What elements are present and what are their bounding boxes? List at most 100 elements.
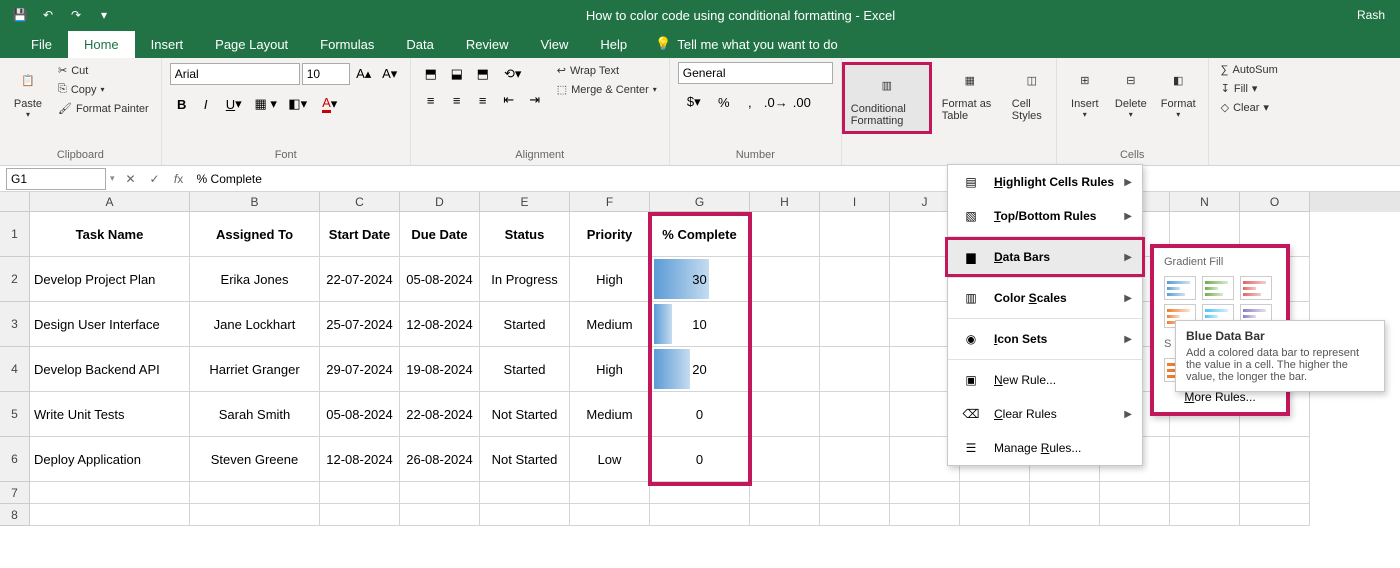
cell-B3[interactable]: Jane Lockhart — [190, 302, 320, 347]
cell-F2[interactable]: High — [570, 257, 650, 302]
cell-B1[interactable]: Assigned To — [190, 212, 320, 257]
cancel-formula-button[interactable]: ✕ — [119, 168, 143, 190]
cell-K7[interactable] — [960, 482, 1030, 504]
insert-cells-button[interactable]: ⊞Insert▾ — [1065, 62, 1105, 121]
tab-view[interactable]: View — [524, 31, 584, 58]
cell-G2[interactable]: 30 — [650, 257, 750, 302]
cell-B2[interactable]: Erika Jones — [190, 257, 320, 302]
column-header-G[interactable]: G — [650, 192, 750, 212]
cell-E7[interactable] — [480, 482, 570, 504]
cell-N8[interactable] — [1170, 504, 1240, 526]
menu-highlight-cells-rules[interactable]: ▤ Highlight Cells Rules▶ — [948, 165, 1142, 199]
cell-B4[interactable]: Harriet Granger — [190, 347, 320, 392]
menu-data-bars[interactable]: ▆ Data Bars▶ — [945, 237, 1145, 277]
fill-color-button[interactable]: ◧▾ — [282, 92, 314, 116]
row-header-1[interactable]: 1 — [0, 212, 30, 257]
cell-G5[interactable]: 0 — [650, 392, 750, 437]
cell-I8[interactable] — [820, 504, 890, 526]
cell-A7[interactable] — [30, 482, 190, 504]
format-painter-button[interactable]: 🖌Format Painter — [54, 100, 153, 117]
cell-I1[interactable] — [820, 212, 890, 257]
cell-I2[interactable] — [820, 257, 890, 302]
menu-new-rule[interactable]: ▣ New Rule... — [948, 363, 1142, 397]
cell-E1[interactable]: Status — [480, 212, 570, 257]
cell-D8[interactable] — [400, 504, 480, 526]
grow-font-button[interactable]: A▴ — [352, 62, 376, 86]
autosum-button[interactable]: ∑AutoSum — [1217, 62, 1282, 78]
cell-F5[interactable]: Medium — [570, 392, 650, 437]
cell-I4[interactable] — [820, 347, 890, 392]
cell-A2[interactable]: Develop Project Plan — [30, 257, 190, 302]
cell-E3[interactable]: Started — [480, 302, 570, 347]
cell-D7[interactable] — [400, 482, 480, 504]
column-header-C[interactable]: C — [320, 192, 400, 212]
menu-manage-rules[interactable]: ☰ Manage Rules... — [948, 431, 1142, 465]
cell-C1[interactable]: Start Date — [320, 212, 400, 257]
percent-format-button[interactable]: % — [712, 90, 736, 114]
cell-A4[interactable]: Develop Backend API — [30, 347, 190, 392]
cell-I3[interactable] — [820, 302, 890, 347]
tab-home[interactable]: Home — [68, 31, 135, 58]
row-header-6[interactable]: 6 — [0, 437, 30, 482]
tab-review[interactable]: Review — [450, 31, 525, 58]
fx-button[interactable]: fx — [167, 168, 191, 190]
cell-M7[interactable] — [1100, 482, 1170, 504]
border-button[interactable]: ▦ ▾ — [250, 92, 282, 116]
column-header-D[interactable]: D — [400, 192, 480, 212]
cell-M8[interactable] — [1100, 504, 1170, 526]
cell-G4[interactable]: 20 — [650, 347, 750, 392]
cell-D5[interactable]: 22-08-2024 — [400, 392, 480, 437]
align-left-button[interactable]: ≡ — [419, 88, 443, 112]
format-as-table-button[interactable]: ▦ Format as Table — [938, 62, 1002, 124]
cell-D3[interactable]: 12-08-2024 — [400, 302, 480, 347]
select-all-corner[interactable] — [0, 192, 30, 212]
shrink-font-button[interactable]: A▾ — [378, 62, 402, 86]
cell-E2[interactable]: In Progress — [480, 257, 570, 302]
cell-H3[interactable] — [750, 302, 820, 347]
cell-F3[interactable]: Medium — [570, 302, 650, 347]
cell-C3[interactable]: 25-07-2024 — [320, 302, 400, 347]
cell-A1[interactable]: Task Name — [30, 212, 190, 257]
cell-D2[interactable]: 05-08-2024 — [400, 257, 480, 302]
comma-format-button[interactable]: , — [738, 90, 762, 114]
conditional-formatting-button[interactable]: ▥ Conditional Formatting — [842, 62, 932, 134]
cell-D6[interactable]: 26-08-2024 — [400, 437, 480, 482]
indent-decrease-button[interactable]: ⇤ — [497, 88, 521, 112]
cell-O8[interactable] — [1240, 504, 1310, 526]
cell-A5[interactable]: Write Unit Tests — [30, 392, 190, 437]
cell-B5[interactable]: Sarah Smith — [190, 392, 320, 437]
cell-I6[interactable] — [820, 437, 890, 482]
cell-N6[interactable] — [1170, 437, 1240, 482]
row-header-2[interactable]: 2 — [0, 257, 30, 302]
row-header-3[interactable]: 3 — [0, 302, 30, 347]
tab-page-layout[interactable]: Page Layout — [199, 31, 304, 58]
databar-green-gradient[interactable] — [1202, 276, 1234, 300]
undo-icon[interactable]: ↶ — [38, 5, 58, 25]
cell-E4[interactable]: Started — [480, 347, 570, 392]
qat-dropdown-icon[interactable]: ▾ — [94, 5, 114, 25]
cell-I5[interactable] — [820, 392, 890, 437]
column-header-N[interactable]: N — [1170, 192, 1240, 212]
cell-H5[interactable] — [750, 392, 820, 437]
align-top-button[interactable]: ⬒ — [419, 62, 443, 86]
fill-button[interactable]: ↧Fill ▾ — [1217, 80, 1282, 97]
copy-button[interactable]: ⎘Copy▾ — [54, 81, 153, 98]
cell-H4[interactable] — [750, 347, 820, 392]
column-header-F[interactable]: F — [570, 192, 650, 212]
indent-increase-button[interactable]: ⇥ — [523, 88, 547, 112]
cell-G3[interactable]: 10 — [650, 302, 750, 347]
column-header-I[interactable]: I — [820, 192, 890, 212]
cell-styles-button[interactable]: ◫ Cell Styles — [1008, 62, 1056, 124]
cell-L7[interactable] — [1030, 482, 1100, 504]
cell-N7[interactable] — [1170, 482, 1240, 504]
column-header-E[interactable]: E — [480, 192, 570, 212]
cell-H2[interactable] — [750, 257, 820, 302]
databar-red-gradient[interactable] — [1240, 276, 1272, 300]
increase-decimal-button[interactable]: .0→ — [764, 90, 788, 114]
cell-A3[interactable]: Design User Interface — [30, 302, 190, 347]
row-header-8[interactable]: 8 — [0, 504, 30, 526]
delete-cells-button[interactable]: ⊟Delete▾ — [1111, 62, 1151, 121]
enter-formula-button[interactable]: ✓ — [143, 168, 167, 190]
cell-C8[interactable] — [320, 504, 400, 526]
cell-C2[interactable]: 22-07-2024 — [320, 257, 400, 302]
